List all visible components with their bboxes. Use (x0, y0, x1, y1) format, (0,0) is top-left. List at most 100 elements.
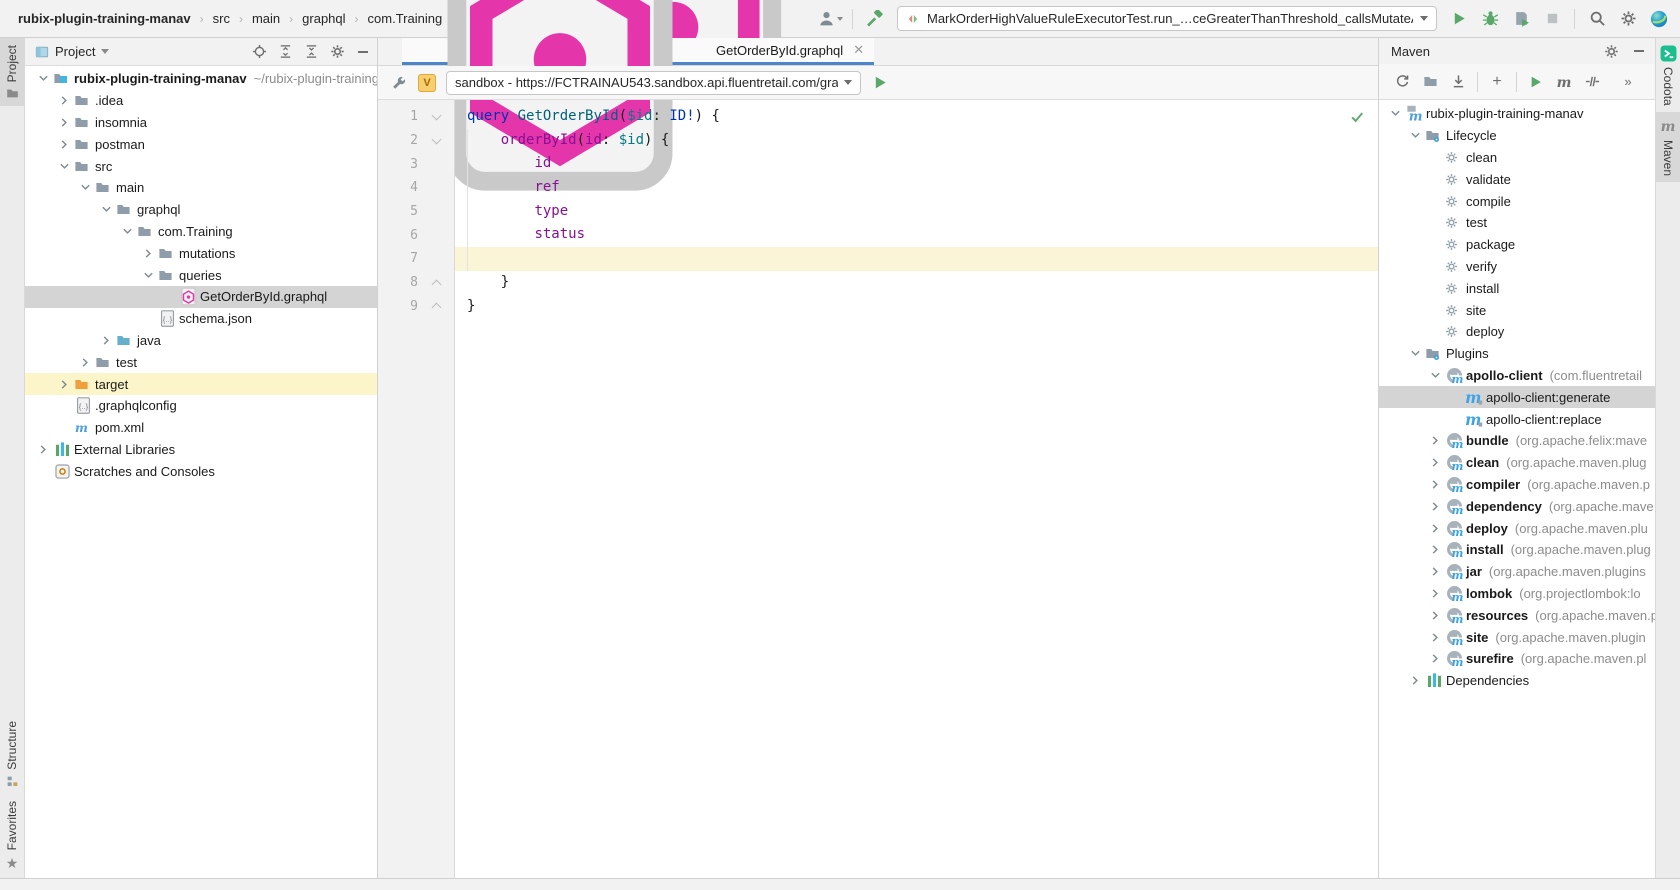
chevron-collapsed-icon[interactable] (1427, 544, 1444, 555)
code-content[interactable]: query GetOrderById($id: ID!) { orderById… (455, 100, 1378, 878)
maven-tree-item-deploy[interactable]: deploy (1379, 321, 1655, 343)
reload-maven-projects-button[interactable] (1393, 73, 1411, 91)
maven-tree-item-apollo-client[interactable]: mapollo-client(com.fluentretail (1379, 365, 1655, 387)
generate-sources-button[interactable] (1421, 73, 1439, 91)
project-tree-item-schema-json[interactable]: {..}schema.json (25, 308, 377, 330)
download-sources-button[interactable] (1449, 73, 1467, 91)
chevron-collapsed-icon[interactable] (1427, 610, 1444, 621)
chevron-collapsed-icon[interactable] (1427, 501, 1444, 512)
graphql-endpoint-select[interactable]: sandbox - https://FCTRAINAU543.sandbox.a… (446, 71, 861, 95)
chevron-collapsed-icon[interactable] (1427, 632, 1444, 643)
add-maven-project-button[interactable]: + (1488, 73, 1506, 91)
chevron-expanded-icon[interactable] (1407, 348, 1424, 359)
project-tree-item-target[interactable]: target (25, 373, 377, 395)
maven-tree-item-clean[interactable]: clean (1379, 147, 1655, 169)
breadcrumb-item[interactable]: graphql (302, 11, 345, 26)
editor-tab-getorderbyid[interactable]: GetOrderById.graphql ✕ (402, 38, 874, 65)
chevron-expanded-icon[interactable] (1427, 370, 1444, 381)
fold-marker-icon[interactable] (418, 139, 454, 143)
maven-tree-item-verify[interactable]: verify (1379, 256, 1655, 278)
close-tab-icon[interactable]: ✕ (853, 42, 864, 58)
chevron-expanded-icon[interactable] (56, 161, 73, 172)
chevron-expanded-icon[interactable] (140, 270, 157, 281)
fold-marker-icon[interactable] (418, 304, 454, 308)
plugin-sphere-icon[interactable] (1650, 10, 1668, 28)
maven-tree-item-lifecycle[interactable]: Lifecycle (1379, 125, 1655, 147)
project-tree-item-com-training[interactable]: com.Training (25, 221, 377, 243)
chevron-collapsed-icon[interactable] (1427, 479, 1444, 490)
chevron-collapsed-icon[interactable] (56, 117, 73, 128)
maven-tree-item-bundle[interactable]: mbundle(org.apache.felix:mave (1379, 430, 1655, 452)
breadcrumb-item[interactable]: src (213, 11, 230, 26)
maven-tree-item-apollo-client-replace[interactable]: mapollo-client:replace (1379, 408, 1655, 430)
user-account-icon[interactable] (821, 10, 839, 28)
project-tree-item-pom-xml[interactable]: mpom.xml (25, 417, 377, 439)
chevron-expanded-icon[interactable] (1387, 108, 1404, 119)
maven-tree-item-install[interactable]: minstall(org.apache.maven.plug (1379, 539, 1655, 561)
tool-tab-maven[interactable]: m Maven (1656, 112, 1680, 182)
project-tree-item-scratches-and-consoles[interactable]: Scratches and Consoles (25, 460, 377, 482)
breadcrumb-item[interactable]: rubix-plugin-training-manav (18, 11, 191, 26)
project-tree-item-graphql[interactable]: graphql (25, 199, 377, 221)
maven-tree-item-deploy[interactable]: mdeploy(org.apache.maven.plu (1379, 517, 1655, 539)
project-tree-item-mutations[interactable]: mutations (25, 242, 377, 264)
chevron-collapsed-icon[interactable] (1427, 588, 1444, 599)
maven-tree-item-site[interactable]: msite(org.apache.maven.plugin (1379, 626, 1655, 648)
chevron-collapsed-icon[interactable] (140, 248, 157, 259)
chevron-collapsed-icon[interactable] (35, 444, 52, 455)
run-maven-goal-button[interactable] (1527, 73, 1545, 91)
chevron-expanded-icon[interactable] (77, 182, 94, 193)
maven-tree-item-lombok[interactable]: mlombok(org.projectlombok:lo (1379, 583, 1655, 605)
tool-tab-favorites[interactable]: Favorites ★ (0, 794, 25, 878)
expand-all-button[interactable] (277, 44, 293, 60)
chevron-collapsed-icon[interactable] (56, 139, 73, 150)
project-tree-item-src[interactable]: src (25, 155, 377, 177)
run-query-button[interactable] (871, 74, 889, 92)
locate-file-button[interactable] (251, 44, 267, 60)
maven-tree-item-compile[interactable]: compile (1379, 190, 1655, 212)
maven-settings-gear-button[interactable] (1603, 43, 1619, 59)
graphql-config-wrench-button[interactable] (390, 74, 408, 92)
run-configuration-select[interactable]: MarkOrderHighValueRuleExecutorTest.run_…… (897, 6, 1437, 31)
fold-marker-icon[interactable] (418, 281, 454, 285)
chevron-collapsed-icon[interactable] (56, 379, 73, 390)
maven-tree-item-test[interactable]: test (1379, 212, 1655, 234)
project-tree-item-main[interactable]: main (25, 177, 377, 199)
chevron-expanded-icon[interactable] (1407, 130, 1424, 141)
graphql-variables-badge[interactable]: V (418, 74, 436, 92)
chevron-collapsed-icon[interactable] (98, 335, 115, 346)
more-actions-button[interactable]: » (1619, 73, 1637, 91)
fold-marker-icon[interactable] (418, 115, 454, 119)
maven-tree-item-validate[interactable]: validate (1379, 168, 1655, 190)
chevron-down-icon[interactable] (101, 49, 109, 54)
maven-tree-item-compiler[interactable]: mcompiler(org.apache.maven.p (1379, 474, 1655, 496)
project-tree-item-graphqlconfig[interactable]: {..}.graphqlconfig (25, 395, 377, 417)
debug-button[interactable] (1481, 10, 1499, 28)
code-editor[interactable]: 123456789 query GetOrderById($id: ID!) {… (378, 100, 1378, 878)
chevron-collapsed-icon[interactable] (1427, 566, 1444, 577)
skip-tests-toggle[interactable] (1583, 73, 1601, 91)
project-tree-item-getorderbyid-graphql[interactable]: GetOrderById.graphql (25, 286, 377, 308)
project-tree-item-idea[interactable]: .idea (25, 90, 377, 112)
tool-tab-structure[interactable]: Structure (0, 714, 25, 794)
run-with-coverage-button[interactable] (1512, 10, 1530, 28)
run-button[interactable] (1450, 10, 1468, 28)
maven-tree-item-clean[interactable]: mclean(org.apache.maven.plug (1379, 452, 1655, 474)
maven-tree-item-dependency[interactable]: mdependency(org.apache.mave (1379, 495, 1655, 517)
project-tree-item-queries[interactable]: queries (25, 264, 377, 286)
build-hammer-button[interactable] (866, 10, 884, 28)
maven-tree-item-jar[interactable]: mjar(org.apache.maven.plugins (1379, 561, 1655, 583)
project-tree-item-insomnia[interactable]: insomnia (25, 112, 377, 134)
project-tree-item-postman[interactable]: postman (25, 133, 377, 155)
execute-maven-goal-button[interactable]: m (1555, 73, 1573, 91)
chevron-collapsed-icon[interactable] (1407, 675, 1424, 686)
project-tree-item-java[interactable]: java (25, 330, 377, 352)
maven-tree-item-rubix-plugin-training-manav[interactable]: mrubix-plugin-training-manav (1379, 103, 1655, 125)
maven-tree-item-dependencies[interactable]: Dependencies (1379, 670, 1655, 692)
chevron-collapsed-icon[interactable] (1427, 435, 1444, 446)
hide-maven-panel-button[interactable] (1631, 43, 1647, 59)
chevron-collapsed-icon[interactable] (1427, 457, 1444, 468)
chevron-collapsed-icon[interactable] (77, 357, 94, 368)
project-tree-item-test[interactable]: test (25, 351, 377, 373)
chevron-expanded-icon[interactable] (35, 73, 52, 84)
